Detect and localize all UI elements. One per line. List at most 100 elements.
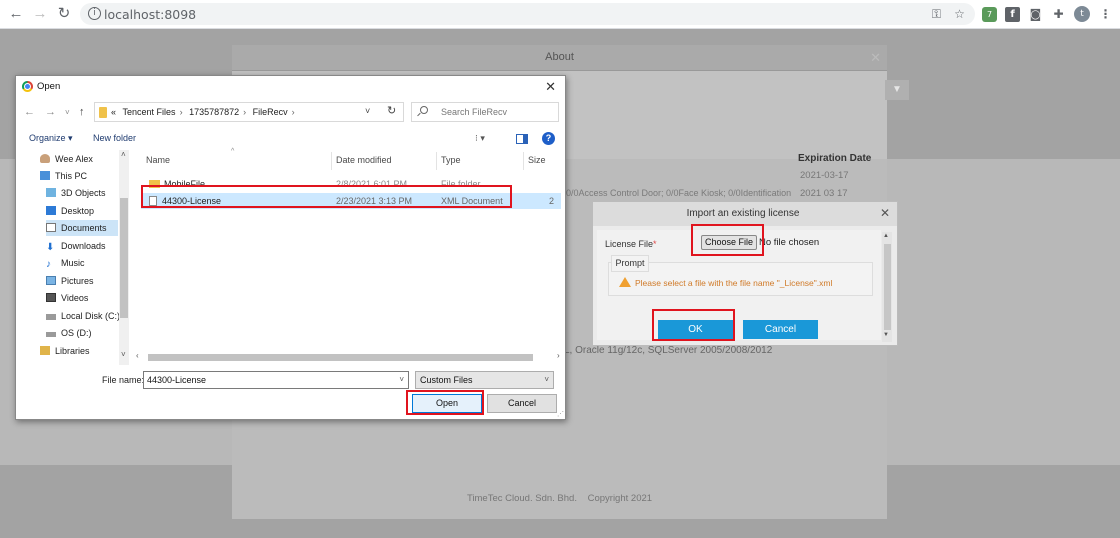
scrollbar-thumb[interactable] <box>148 354 533 361</box>
cancel-button[interactable]: Cancel <box>487 394 557 413</box>
view-options-icon[interactable]: ⁝ ▾ <box>475 133 485 144</box>
music-icon: ♪ <box>46 259 51 270</box>
organize-button[interactable]: Organize ▾ <box>29 133 73 144</box>
import-scrollbar[interactable]: ▲ ▼ <box>882 232 892 342</box>
nav-item-label: Downloads <box>61 241 106 251</box>
facebook-icon[interactable]: f <box>1005 7 1020 22</box>
extension-badge-icon[interactable]: 7 <box>982 7 997 22</box>
scroll-up-icon[interactable]: ▲ <box>883 233 889 239</box>
about-dropdown-icon[interactable]: ▼ <box>885 80 909 100</box>
nav-item-label: Wee Alex <box>55 154 93 164</box>
menu-kebab-icon[interactable]: ⋮ <box>1098 7 1113 22</box>
about-close-icon[interactable]: ✕ <box>870 50 881 66</box>
scroll-down-icon[interactable]: ˅ <box>121 350 126 359</box>
preview-pane-icon[interactable] <box>516 134 528 144</box>
resize-grip-icon[interactable]: ⋰ <box>557 410 564 418</box>
cube-icon <box>46 188 56 197</box>
nav-item-wee-alex[interactable]: Wee Alex <box>40 151 130 167</box>
sort-ascending-icon: ^ <box>231 148 235 155</box>
breadcrumb-item[interactable]: FileRecv <box>253 107 288 117</box>
about-dialog-title: About <box>545 51 574 63</box>
column-header-name[interactable]: Name <box>146 155 170 165</box>
chevron-down-icon[interactable]: ˅ <box>544 375 549 384</box>
open-file-dialog: Open ✕ ← → ˅ ↑ « Tencent Files › 17357878… <box>15 75 566 420</box>
info-icon[interactable]: i <box>88 7 101 20</box>
import-close-icon[interactable]: ✕ <box>880 206 890 220</box>
scroll-left-icon[interactable]: ‹ <box>136 351 139 360</box>
forward-arrow-icon[interactable]: → <box>45 106 56 118</box>
profile-avatar[interactable]: t <box>1074 6 1090 22</box>
recent-locations-icon[interactable]: ˅ <box>65 108 70 117</box>
prompt-label: Prompt <box>611 255 649 272</box>
chevron-down-icon[interactable]: ˅ <box>399 375 404 384</box>
column-header-size[interactable]: Size <box>528 155 546 165</box>
nav-item-this-pc[interactable]: This PC <box>40 168 130 184</box>
download-icon: ⬇ <box>46 242 55 253</box>
scroll-up-icon[interactable]: ˄ <box>121 150 126 159</box>
scrollbar-thumb[interactable] <box>120 198 128 318</box>
new-folder-button[interactable]: New folder <box>93 133 136 143</box>
file-size-cell: 2 <box>549 196 555 206</box>
database-support-text: L, Oracle 11g/12c, SQLServer 2005/2008/2… <box>564 345 773 356</box>
nav-item-libraries[interactable]: Libraries <box>40 343 130 359</box>
file-name-label: File name: <box>102 375 145 385</box>
highlight-ok-button <box>652 309 735 341</box>
expiration-date-cell: 2021-03-17 <box>800 170 849 181</box>
address-bar[interactable]: i localhost:8098 <box>80 3 975 25</box>
profile-initial: t <box>1080 9 1084 19</box>
highlight-choose-file-button <box>691 224 764 256</box>
column-header-type[interactable]: Type <box>441 155 461 165</box>
scroll-down-icon[interactable]: ▼ <box>883 332 889 338</box>
navigation-scrollbar[interactable]: ˄ ˅ <box>119 150 129 365</box>
breadcrumb-overflow[interactable]: « <box>111 107 116 117</box>
open-dialog-title: Open <box>37 81 61 92</box>
up-arrow-icon[interactable]: ↑ <box>79 106 85 118</box>
nav-item-label: Pictures <box>61 276 94 286</box>
back-arrow-icon[interactable]: ← <box>24 106 35 118</box>
nav-item-label: Local Disk (C:) <box>61 311 121 321</box>
search-input[interactable]: Search FileRecv <box>411 102 559 122</box>
reload-icon[interactable]: ↻ <box>56 6 72 22</box>
import-cancel-button[interactable]: Cancel <box>743 320 818 339</box>
warning-icon <box>619 277 631 287</box>
license-file-label: License File* <box>605 239 657 249</box>
nav-item-label: This PC <box>55 171 88 181</box>
footer-company: TimeTec Cloud. Sdn. Bhd. <box>466 493 577 504</box>
computer-icon <box>40 171 50 180</box>
scroll-right-icon[interactable]: › <box>557 351 560 360</box>
highlight-open-button <box>406 390 484 415</box>
highlight-selected-file <box>141 185 512 208</box>
file-type-select[interactable]: Custom Files ˅ <box>415 371 554 389</box>
user-icon <box>40 154 50 163</box>
expiration-date-header: Expiration Date <box>798 153 872 164</box>
column-divider[interactable] <box>436 152 437 170</box>
breadcrumb-item[interactable]: 1735787872 <box>189 107 239 117</box>
required-mark: * <box>653 239 657 249</box>
key-icon[interactable]: ⚿ <box>929 7 944 22</box>
column-divider[interactable] <box>523 152 524 170</box>
puzzle-extensions-icon[interactable]: ✚ <box>1051 7 1066 22</box>
file-name-input[interactable]: 44300-License ˅ <box>143 371 409 389</box>
file-name-value: 44300-License <box>147 375 207 385</box>
open-close-icon[interactable]: ✕ <box>545 79 556 95</box>
back-icon[interactable]: ← <box>8 6 24 22</box>
refresh-icon[interactable]: ↻ <box>387 104 396 117</box>
file-type-value: Custom Files <box>420 375 473 385</box>
nav-item-documents[interactable]: Documents <box>46 220 118 236</box>
bookmark-star-icon[interactable]: ☆ <box>952 7 967 22</box>
prompt-box: Prompt Please select a file with the fil… <box>608 255 873 296</box>
file-list: ^ Name Date modified Type Size MobileFil… <box>131 148 565 365</box>
help-icon[interactable]: ? <box>542 132 555 145</box>
file-status-text: No file chosen <box>759 237 820 248</box>
scrollbar-thumb[interactable] <box>884 244 891 330</box>
column-divider[interactable] <box>331 152 332 170</box>
folder-address-bar[interactable]: « Tencent Files › 1735787872 › FileRecv › ˅… <box>94 102 404 122</box>
column-header-date[interactable]: Date modified <box>336 155 392 165</box>
chrome-logo-icon <box>22 81 33 92</box>
breadcrumb-item[interactable]: Tencent Files <box>123 107 176 117</box>
horizontal-scrollbar[interactable]: ‹ › <box>136 351 565 362</box>
address-dropdown-icon[interactable]: ˅ <box>365 106 370 116</box>
camera-icon[interactable]: ◙ <box>1028 7 1043 22</box>
forward-icon[interactable]: → <box>32 6 48 22</box>
expiration-date-cell: 2021 03 17 <box>800 188 848 199</box>
